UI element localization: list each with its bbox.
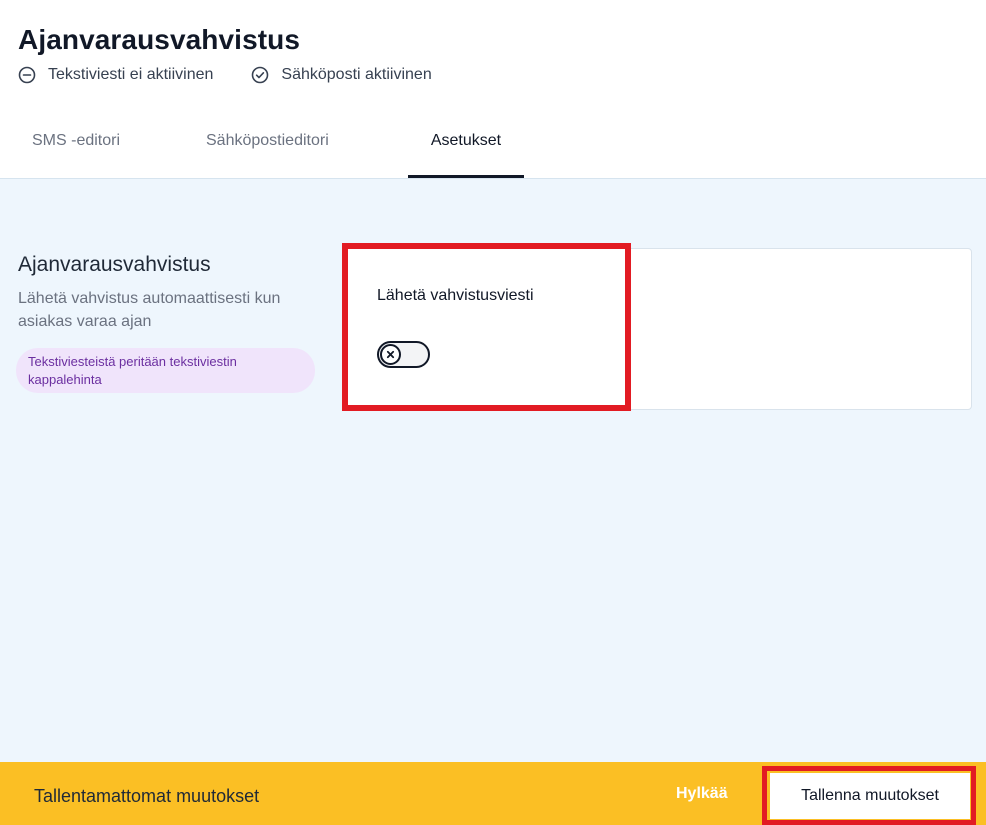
tab-email-editor[interactable]: Sähköpostieditori — [206, 118, 366, 178]
email-status: Sähköposti aktiivinen — [251, 66, 432, 84]
tab-sms-editor[interactable]: SMS -editori — [32, 118, 142, 178]
discard-button[interactable]: Hylkää — [676, 785, 728, 803]
check-circle-icon — [252, 66, 269, 84]
email-status-label: Sähköposti aktiivinen — [281, 66, 432, 83]
header: Ajanvarausvahvistus Tekstiviesti ei akti… — [0, 0, 986, 179]
minus-circle-icon — [18, 66, 36, 84]
send-confirmation-label: Lähetä vahvistusviesti — [377, 287, 534, 304]
tab-bar: SMS -editori Sähköpostieditori Asetukset — [0, 118, 986, 178]
settings-panel: Ajanvarausvahvistus Lähetä vahvistus aut… — [0, 179, 986, 762]
confirmation-card: Lähetä vahvistusviesti — [344, 248, 972, 410]
save-changes-button[interactable]: Tallenna muutokset — [770, 773, 970, 819]
sms-status: Tekstiviesti ei aktiivinen — [18, 66, 213, 84]
status-row: Tekstiviesti ei aktiivinen Sähköposti ak… — [18, 66, 470, 84]
section-title: Ajanvarausvahvistus — [18, 253, 211, 276]
toggle-knob — [380, 344, 401, 365]
sms-cost-notice: Tekstiviesteistä peritään tekstiviestin … — [16, 348, 315, 393]
page-title: Ajanvarausvahvistus — [18, 24, 301, 55]
page: Ajanvarausvahvistus Tekstiviesti ei akti… — [0, 0, 986, 825]
unsaved-changes-bar: Tallentamattomat muutokset Hylkää Tallen… — [0, 762, 986, 825]
send-confirmation-toggle[interactable] — [377, 341, 430, 368]
x-icon — [386, 350, 395, 359]
unsaved-changes-text: Tallentamattomat muutokset — [34, 786, 260, 806]
sms-status-label: Tekstiviesti ei aktiivinen — [48, 66, 214, 83]
section-description: Lähetä vahvistus automaattisesti kun asi… — [18, 290, 281, 330]
tab-settings[interactable]: Asetukset — [408, 118, 524, 178]
